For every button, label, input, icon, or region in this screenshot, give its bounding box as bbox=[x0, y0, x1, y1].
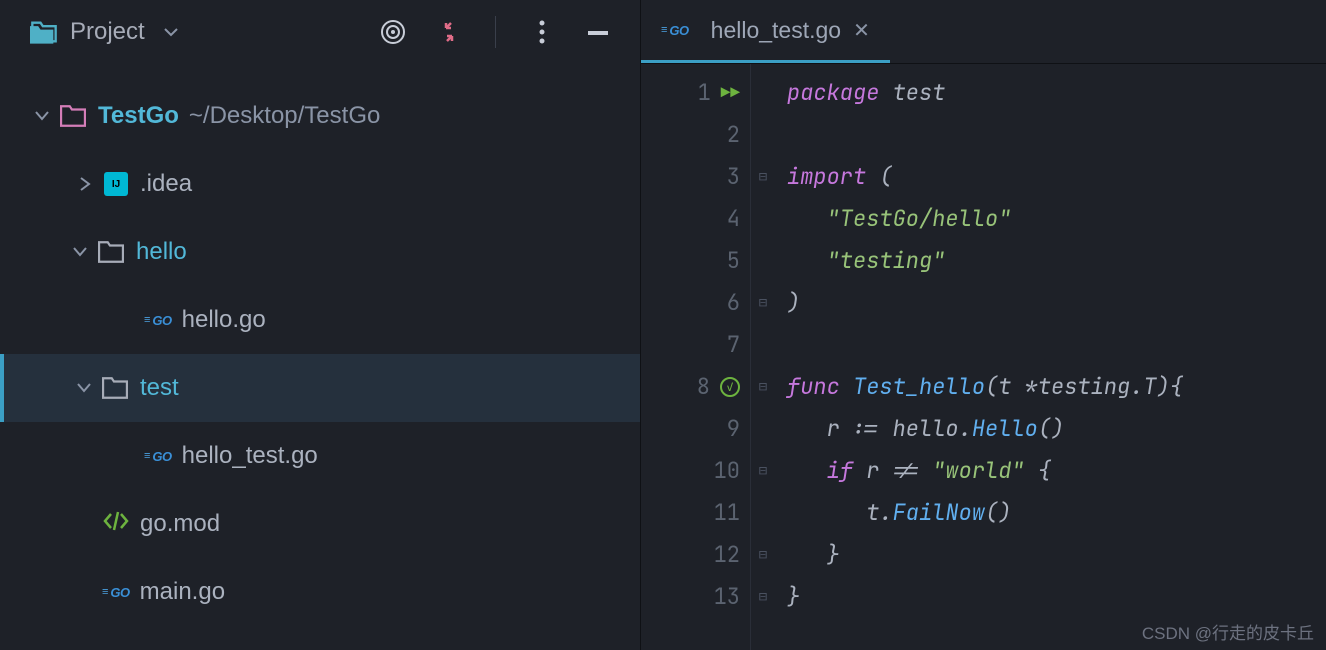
more-icon[interactable] bbox=[528, 18, 556, 46]
project-sidebar: Project TestGo ~/Desktop/TestGo IJ.ideah… bbox=[0, 0, 640, 650]
project-label[interactable]: Project bbox=[70, 18, 145, 46]
gutter[interactable]: 1▶▶2345678✓910111213 bbox=[641, 64, 751, 650]
tree-item[interactable]: hello bbox=[0, 218, 640, 286]
tree-item[interactable]: ≡GOmain.go bbox=[0, 558, 640, 626]
idea-icon: IJ bbox=[104, 172, 128, 196]
tree-item[interactable]: IJ.idea bbox=[0, 150, 640, 218]
tab-label: hello_test.go bbox=[711, 17, 841, 44]
project-folder-icon bbox=[30, 20, 58, 44]
tree-item[interactable]: ≡GOhello_test.go bbox=[0, 422, 640, 490]
fold-column[interactable]: ⊟⊟⊟⊟⊟⊟ bbox=[751, 64, 775, 650]
code-file-icon bbox=[102, 509, 130, 540]
close-icon[interactable]: ✕ bbox=[853, 18, 870, 43]
code-area[interactable]: 1▶▶2345678✓910111213 ⊟⊟⊟⊟⊟⊟ package test… bbox=[641, 64, 1326, 650]
root-name: TestGo bbox=[98, 102, 179, 130]
watermark: CSDN @行走的皮卡丘 bbox=[1142, 619, 1314, 644]
go-file-icon: ≡GO bbox=[661, 23, 689, 38]
folder-icon bbox=[60, 105, 86, 127]
editor: ≡GO hello_test.go ✕ 1▶▶2345678✓910111213… bbox=[640, 0, 1326, 650]
tree-item[interactable]: ≡GOhello.go bbox=[0, 286, 640, 354]
collapse-icon[interactable] bbox=[435, 18, 463, 46]
go-file-icon: ≡GO bbox=[144, 449, 172, 464]
folder-icon bbox=[98, 241, 124, 263]
chevron-down-icon[interactable] bbox=[163, 26, 179, 38]
editor-tab[interactable]: ≡GO hello_test.go ✕ bbox=[641, 0, 890, 63]
tree-item[interactable]: test bbox=[0, 354, 640, 422]
root-path: ~/Desktop/TestGo bbox=[189, 102, 380, 130]
file-tree: TestGo ~/Desktop/TestGo IJ.ideahello≡GOh… bbox=[0, 64, 640, 626]
run-icon: ▶▶ bbox=[721, 72, 740, 114]
go-file-icon: ≡GO bbox=[102, 585, 130, 600]
editor-tabs: ≡GO hello_test.go ✕ bbox=[641, 0, 1326, 64]
folder-icon bbox=[102, 377, 128, 399]
tree-item[interactable]: go.mod bbox=[0, 490, 640, 558]
go-file-icon: ≡GO bbox=[144, 313, 172, 328]
code-content[interactable]: package testimport ( "TestGo/hello" "tes… bbox=[775, 64, 1326, 650]
minimize-icon[interactable] bbox=[584, 18, 612, 46]
chevron-down-icon bbox=[34, 109, 50, 123]
target-icon[interactable] bbox=[379, 18, 407, 46]
tree-root[interactable]: TestGo ~/Desktop/TestGo bbox=[0, 82, 640, 150]
sidebar-header: Project bbox=[0, 0, 640, 64]
test-pass-icon: ✓ bbox=[720, 377, 740, 397]
